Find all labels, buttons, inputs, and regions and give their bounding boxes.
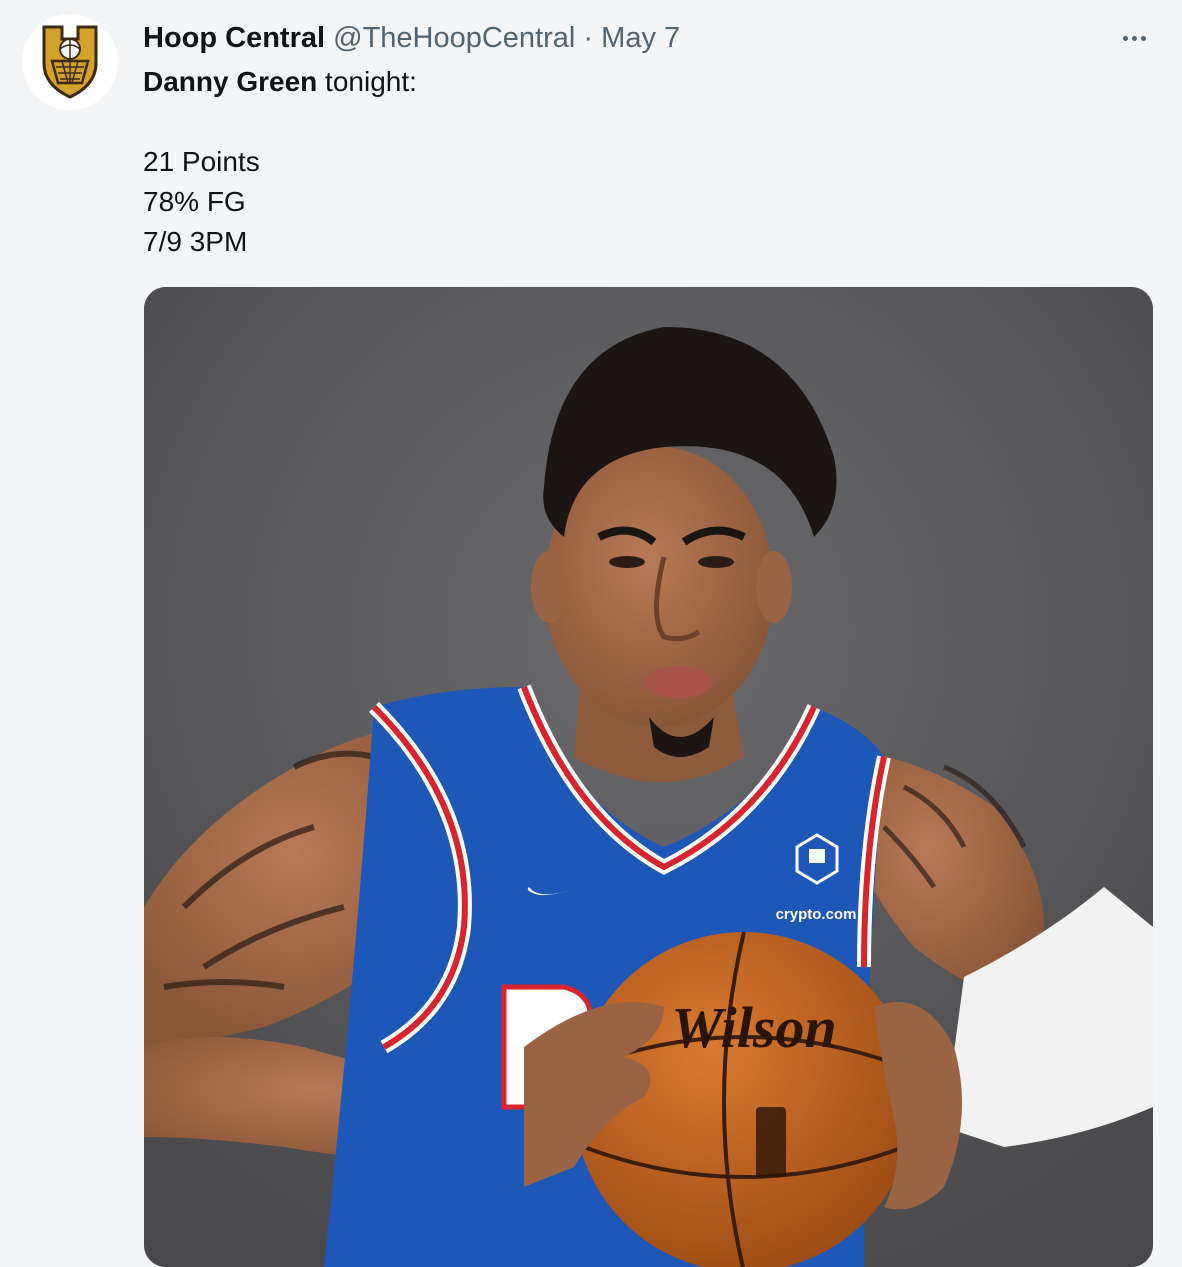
handle[interactable]: @TheHoopCentral: [333, 22, 575, 54]
tweet[interactable]: Hoop Central @TheHoopCentral · May 7 Dan…: [0, 0, 1182, 1267]
player-name: Danny Green: [143, 66, 318, 97]
tweet-intro-line: Danny Green tonight:: [143, 62, 417, 102]
stat-line: 21 Points: [143, 146, 260, 177]
ball-brand-text: Wilson: [671, 995, 836, 1060]
player-photo-illustration: crypto.com Wilson: [144, 287, 1153, 1267]
more-horizontal-icon: [1122, 35, 1128, 41]
stat-line: 78% FG: [143, 186, 246, 217]
tweet-photo[interactable]: crypto.com Wilson: [144, 287, 1153, 1267]
tweet-header: Hoop Central @TheHoopCentral · May 7: [143, 18, 680, 58]
tweet-date[interactable]: May 7: [601, 22, 680, 54]
tweet-text: Danny Green tonight: 21 Points 78% FG 7/…: [143, 62, 417, 262]
more-options-button[interactable]: [1114, 28, 1154, 48]
avatar[interactable]: [22, 14, 118, 110]
more-dot: [1140, 35, 1146, 41]
separator: ·: [583, 22, 594, 54]
jersey-sponsor-text: crypto.com: [776, 906, 857, 923]
display-name[interactable]: Hoop Central: [143, 22, 325, 54]
hoop-central-logo-icon: [42, 25, 98, 99]
intro-rest: tonight:: [317, 66, 417, 97]
stat-line: 7/9 3PM: [143, 226, 248, 257]
more-dot: [1131, 35, 1137, 41]
